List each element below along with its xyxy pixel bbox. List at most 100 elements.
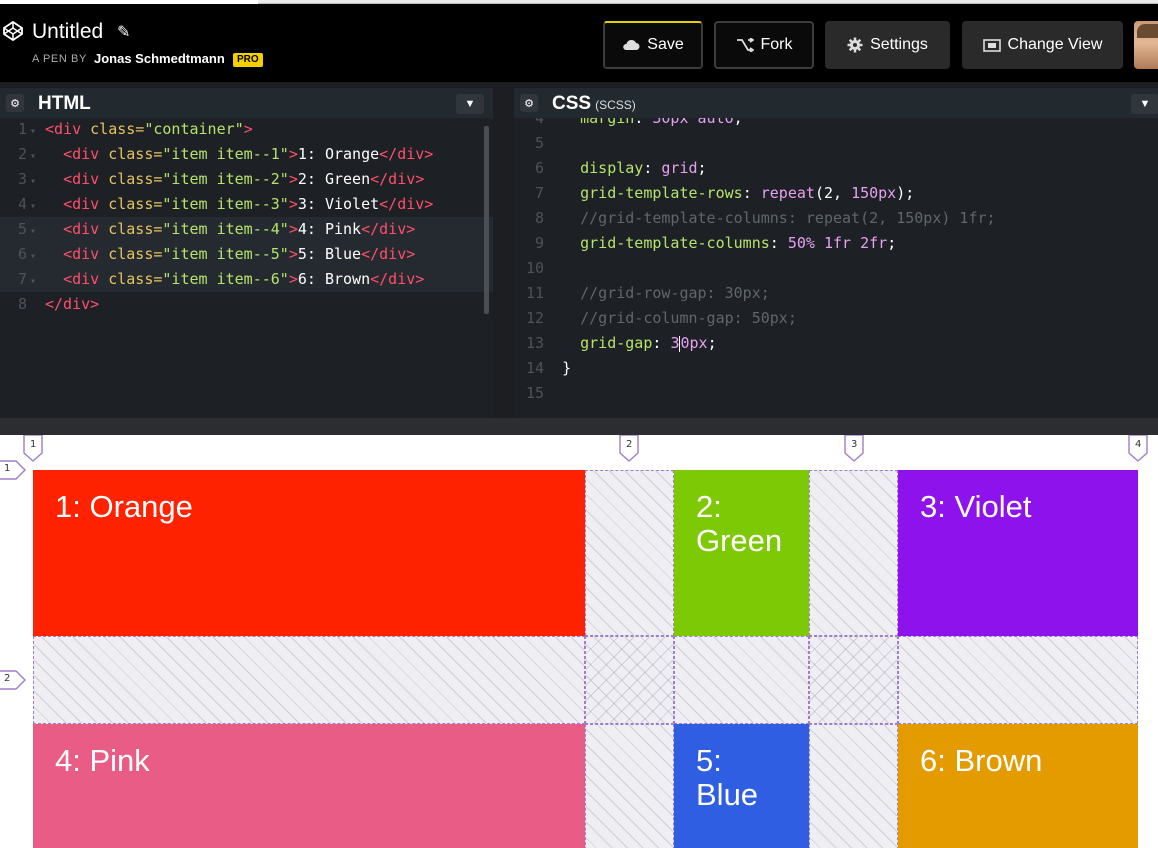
line-number: 4 [534, 118, 544, 127]
grid-gap-intersection [809, 636, 898, 724]
code-token: "item item--6" [162, 270, 289, 288]
save-label: Save [647, 36, 684, 53]
user-avatar[interactable] [1134, 21, 1158, 69]
fold-toggle-icon[interactable]: ▾ [27, 244, 45, 269]
css-code-line[interactable]: 4 margin: 30px auto; [514, 118, 1158, 131]
code-token: ; [697, 159, 707, 177]
code-token: class= [108, 195, 163, 213]
html-code-editor[interactable]: 1 ▾ <div class="container"> 2 ▾ <div class="… [0, 118, 493, 418]
pen-title[interactable]: Untitled [32, 20, 103, 44]
code-token: > [288, 220, 298, 238]
grid-column-gap [585, 724, 674, 848]
line-number: 6 [17, 245, 27, 263]
fork-button[interactable]: Fork [714, 21, 814, 69]
css-code-line[interactable]: 11 //grid-row-gap: 30px; [514, 281, 1158, 306]
css-code-line[interactable]: 15 [514, 381, 1158, 406]
grid-column-gap [809, 470, 898, 636]
code-token: } [562, 359, 572, 377]
code-token: margin [580, 118, 635, 127]
codepen-logo-icon[interactable] [2, 20, 24, 42]
code-token: "container" [144, 120, 244, 138]
html-settings-gear-icon[interactable]: ⚙ [6, 94, 24, 112]
gutter-spacer [544, 209, 562, 227]
fold-toggle-icon[interactable]: ▾ [27, 219, 45, 244]
code-token: grid [661, 159, 698, 177]
gutter-spacer [544, 159, 562, 177]
gutter-spacer [544, 334, 562, 352]
cloud-icon [622, 39, 640, 51]
code-token: "item item--5" [162, 245, 289, 263]
code-token: : [652, 334, 671, 352]
code-token: > [288, 145, 298, 163]
code-token: <div [63, 220, 109, 238]
css-code-line[interactable]: 7 grid-template-rows: repeat(2, 150px); [514, 181, 1158, 206]
html-editor-scrollbar[interactable] [484, 126, 489, 314]
line-number: 5 [17, 220, 27, 238]
code-token: </div> [370, 270, 425, 288]
code-token: </div> [370, 170, 425, 188]
css-code-editor[interactable]: 4 margin: 30px auto; 5 6 display: grid; 7 … [514, 118, 1158, 418]
html-code-line[interactable]: 6 ▾ <div class="item item--5">5: Blue</di… [0, 242, 493, 267]
css-code-line[interactable]: 9 grid-template-columns: 50% 1fr 2fr; [514, 231, 1158, 256]
chevron-down-icon[interactable]: ▼ [1131, 94, 1158, 114]
css-code-line[interactable]: 10 [514, 256, 1158, 281]
gutter-spacer [544, 118, 562, 127]
fold-toggle-icon[interactable]: ▾ [27, 169, 45, 194]
result-preview: 1: Orange 2: Green 3: Violet 4: Pink 5: Blue… [0, 435, 1158, 848]
line-number: 10 [525, 259, 544, 277]
code-token: 2: Green [297, 170, 371, 188]
line-number: 7 [534, 184, 544, 202]
code-token: class= [108, 145, 163, 163]
css-settings-gear-icon[interactable]: ⚙ [520, 94, 538, 112]
html-code-line[interactable]: 5 ▾ <div class="item item--4">4: Pink</di… [0, 217, 493, 242]
code-token: "item item--3" [162, 195, 289, 213]
html-code-line[interactable]: 2 ▾ <div class="item item--1">1: Orange</… [0, 142, 493, 167]
column-line-marker: 1 [22, 435, 44, 462]
settings-button[interactable]: Settings [825, 21, 950, 69]
css-code-line[interactable]: 5 [514, 131, 1158, 156]
grid-item-label: 5: Blue [696, 743, 759, 812]
code-token: display [580, 159, 644, 177]
code-token: //grid-template-columns: repeat(2, 150px… [562, 209, 996, 227]
grid-column-gap [585, 470, 674, 636]
html-code-line[interactable]: 3 ▾ <div class="item item--2">2: Green</d… [0, 167, 493, 192]
html-editor-title: HTML [38, 93, 91, 114]
settings-label: Settings [870, 36, 928, 53]
css-code-line[interactable]: 13 grid-gap: 30px; [514, 331, 1158, 356]
fold-toggle-icon[interactable]: ▾ [27, 119, 45, 144]
line-number: 3 [17, 170, 27, 188]
code-token: ; [733, 118, 743, 127]
html-code-line[interactable]: 4 ▾ <div class="item item--3">3: Violet</… [0, 192, 493, 217]
change-view-button[interactable]: Change View [962, 21, 1123, 69]
html-code-line[interactable]: 7 ▾ <div class="item item--6">6: Brown</d… [0, 267, 493, 292]
css-code-line[interactable]: 6 display: grid; [514, 156, 1158, 181]
pencil-icon[interactable]: ✎ [117, 22, 130, 42]
code-token: 4: Pink [297, 220, 362, 238]
fold-toggle-icon[interactable]: ▾ [27, 144, 45, 169]
line-number: 8 [534, 209, 544, 227]
code-token: </div> [361, 245, 416, 263]
html-code-line[interactable]: 1 ▾ <div class="container"> [0, 118, 493, 142]
resize-divider[interactable] [0, 418, 1158, 435]
pro-badge: PRO [233, 53, 263, 67]
save-button[interactable]: Save [603, 21, 703, 69]
code-token: <div [63, 195, 109, 213]
css-code-line[interactable]: 14 } [514, 356, 1158, 381]
code-token: <div [63, 270, 109, 288]
gutter-spacer [544, 284, 562, 302]
column-line-marker: 2 [618, 435, 640, 462]
fold-toggle-icon[interactable]: ▾ [27, 194, 45, 219]
html-code-line[interactable]: 8 </div> [0, 292, 493, 317]
author-name[interactable]: Jonas Schmedtmann [94, 51, 225, 66]
chevron-down-icon[interactable]: ▼ [456, 94, 484, 114]
gutter-spacer [544, 359, 562, 377]
css-code-line[interactable]: 12 //grid-column-gap: 50px; [514, 306, 1158, 331]
line-number: 1 [17, 120, 27, 138]
css-code-line[interactable]: 8 //grid-template-columns: repeat(2, 150… [514, 206, 1158, 231]
fold-toggle-icon[interactable]: ▾ [27, 269, 45, 294]
